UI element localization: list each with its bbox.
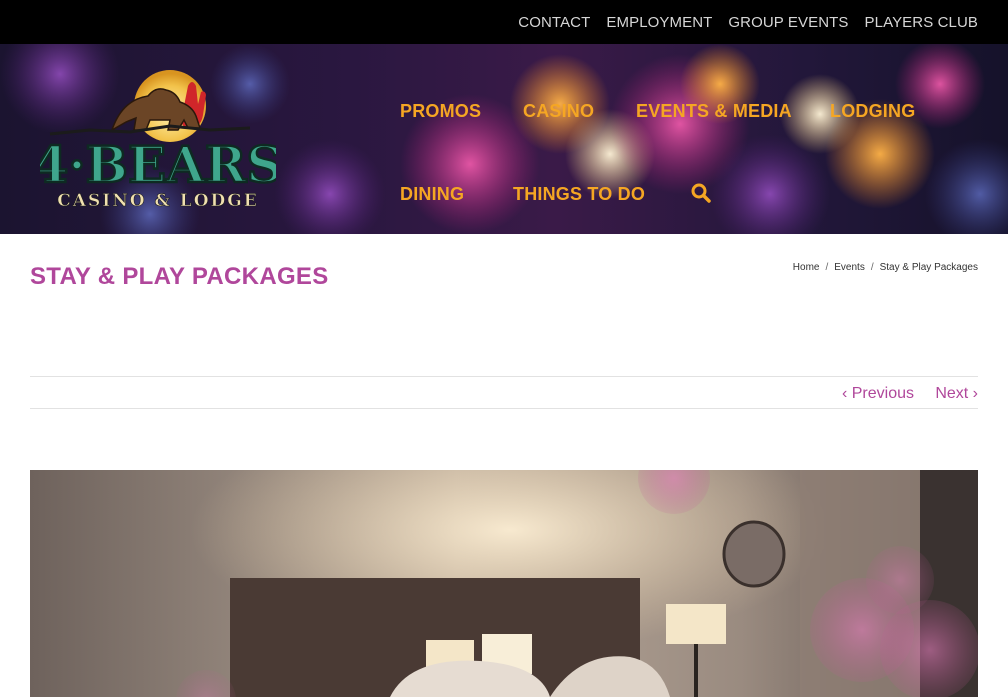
players-club-link[interactable]: PLAYERS CLUB	[865, 14, 978, 31]
nav-lodging[interactable]: LODGING	[830, 101, 915, 122]
breadcrumb-separator: /	[870, 262, 874, 273]
breadcrumb-separator: /	[825, 262, 829, 273]
next-link[interactable]: Next ›	[935, 385, 978, 403]
top-utility-bar: CONTACT EMPLOYMENT GROUP EVENTS PLAYERS …	[0, 0, 1008, 44]
breadcrumb-current: Stay & Play Packages	[879, 262, 978, 273]
next-label: Next	[935, 385, 969, 402]
nav-casino[interactable]: CASINO	[523, 101, 594, 122]
search-icon[interactable]	[691, 183, 711, 203]
page-title: STAY & PLAY PACKAGES	[30, 263, 329, 290]
breadcrumb: Home / Events / Stay & Play Packages	[793, 262, 978, 273]
room-illustration	[30, 470, 978, 697]
main-navigation: PROMOS CASINO EVENTS & MEDIA LODGING DIN…	[400, 44, 980, 234]
logo-title: 4·BEARS	[40, 135, 276, 194]
previous-link[interactable]: ‹ Previous	[842, 385, 914, 403]
hotel-room-image	[30, 470, 978, 697]
nav-things-to-do[interactable]: THINGS TO DO	[513, 184, 645, 205]
logo-graphic: 4·BEARS CASINO & LODGE	[32, 70, 284, 211]
logo-subtitle: CASINO & LODGE	[57, 191, 258, 211]
chevron-right-icon: ›	[972, 385, 978, 402]
previous-label: Previous	[851, 385, 914, 402]
contact-link[interactable]: CONTACT	[518, 14, 590, 31]
breadcrumb-events[interactable]: Events	[834, 262, 865, 273]
employment-link[interactable]: EMPLOYMENT	[606, 14, 712, 31]
chevron-left-icon: ‹	[841, 385, 848, 402]
nav-dining[interactable]: DINING	[400, 184, 464, 205]
casino-logo[interactable]: 4·BEARS CASINO & LODGE	[32, 68, 284, 216]
group-events-link[interactable]: GROUP EVENTS	[728, 14, 848, 31]
nav-events-media[interactable]: EVENTS & MEDIA	[636, 101, 792, 122]
utility-nav: CONTACT EMPLOYMENT GROUP EVENTS PLAYERS …	[518, 0, 978, 44]
nav-promos[interactable]: PROMOS	[400, 101, 481, 122]
post-navigation: ‹ Previous Next ›	[30, 376, 978, 409]
breadcrumb-home[interactable]: Home	[793, 262, 820, 273]
